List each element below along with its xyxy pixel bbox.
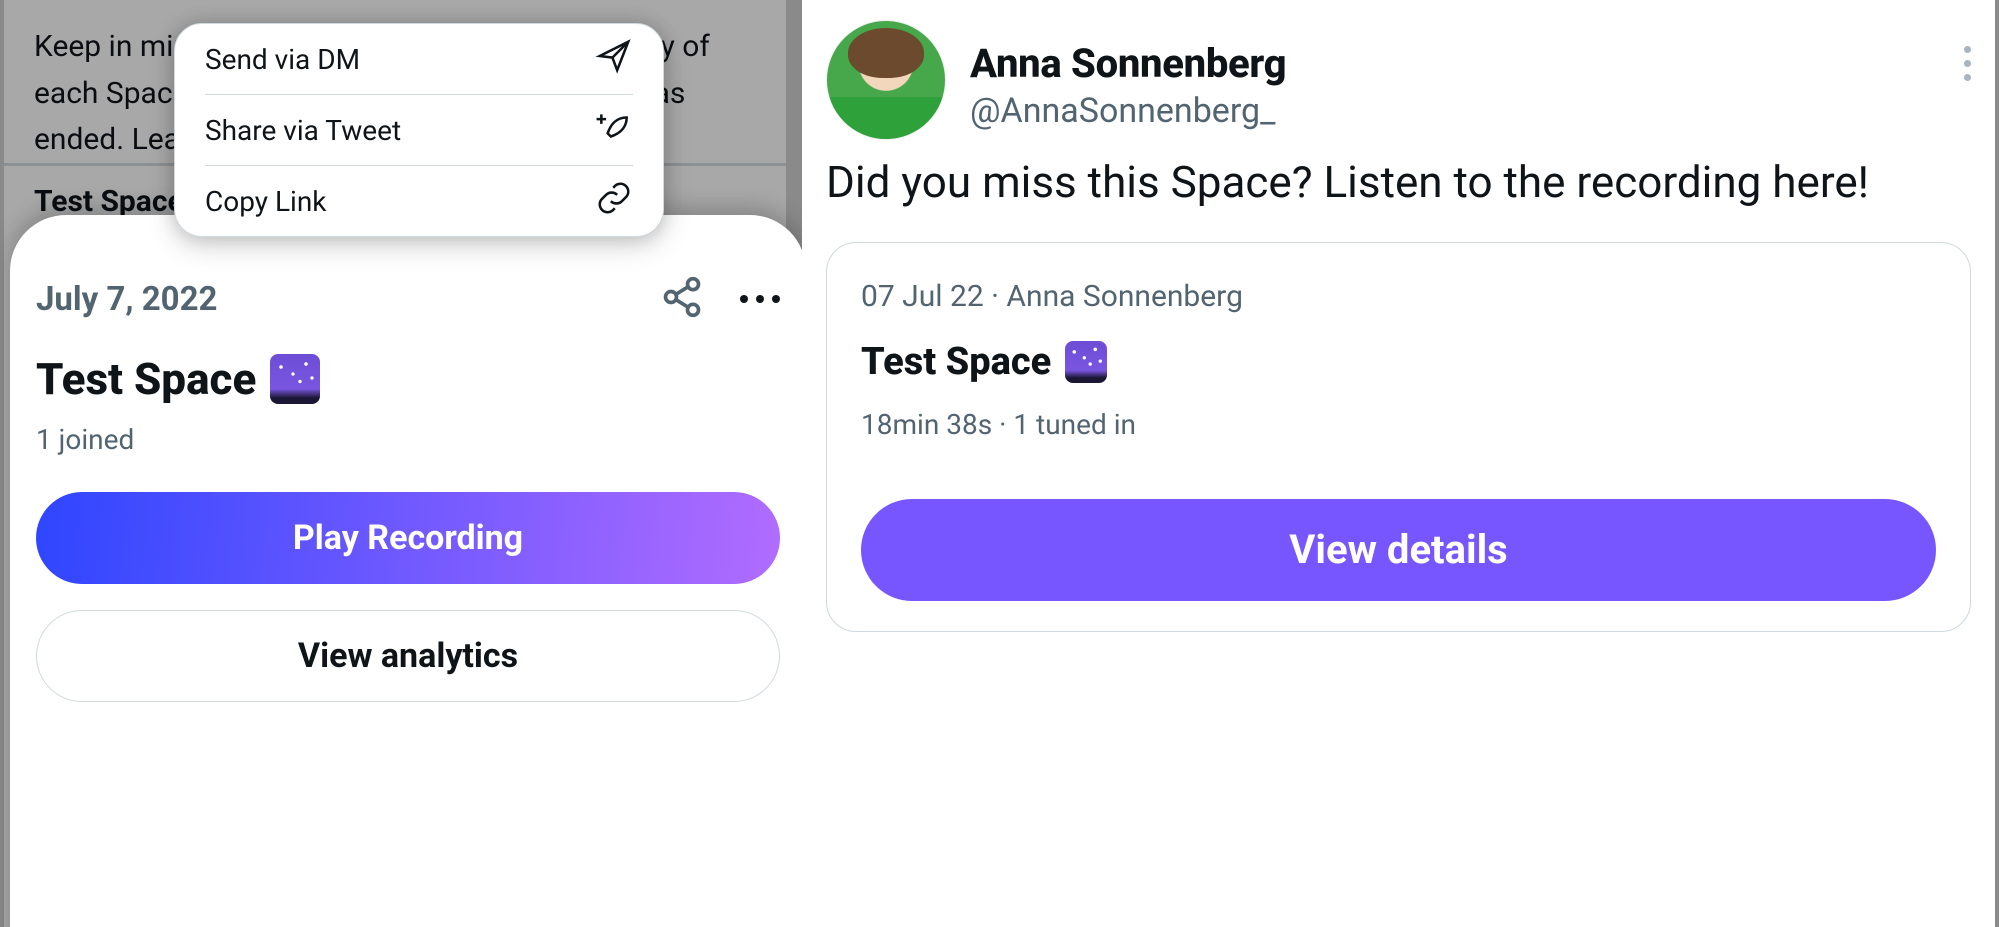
- joined-count: 1 joined: [36, 423, 780, 456]
- share-menu-item-dm[interactable]: Send via DM: [175, 24, 663, 94]
- milky-way-icon: [270, 354, 320, 404]
- right-panel: Anna Sonnenberg @AnnaSonnenberg_ Did you…: [802, 0, 1995, 927]
- share-popover: Send via DM Share via Tweet Copy Link: [174, 23, 664, 237]
- avatar[interactable]: [826, 20, 946, 140]
- user-handle[interactable]: @AnnaSonnenberg_: [970, 91, 1940, 131]
- space-detail-card: July 7, 2022 Test Space 1 joined Play Re…: [10, 215, 806, 927]
- compose-tweet-icon: [595, 108, 633, 153]
- space-title: Test Space: [36, 353, 780, 405]
- space-title-text: Test Space: [36, 353, 256, 405]
- space-quote-card[interactable]: 07 Jul 22 · Anna Sonnenberg Test Space 1…: [826, 242, 1971, 632]
- link-icon: [595, 179, 633, 224]
- view-details-button[interactable]: View details: [861, 499, 1936, 601]
- share-icon[interactable]: [660, 275, 704, 323]
- play-recording-button[interactable]: Play Recording: [36, 492, 780, 584]
- left-panel: Keep in mind you can still share a recor…: [4, 0, 786, 927]
- share-menu-item-tweet[interactable]: Share via Tweet: [175, 95, 663, 165]
- tweet-text: Did you miss this Space? Listen to the r…: [802, 140, 1995, 214]
- share-menu-item-copy[interactable]: Copy Link: [175, 166, 663, 236]
- display-name[interactable]: Anna Sonnenberg: [970, 40, 1940, 87]
- more-options-icon[interactable]: [740, 295, 780, 303]
- quote-meta: 07 Jul 22 · Anna Sonnenberg: [861, 279, 1936, 314]
- share-menu-label: Copy Link: [205, 185, 327, 218]
- share-menu-label: Share via Tweet: [205, 114, 401, 147]
- tweet-header: Anna Sonnenberg @AnnaSonnenberg_: [802, 0, 1995, 140]
- quote-subtitle: 18min 38s · 1 tuned in: [861, 408, 1936, 441]
- quote-title-text: Test Space: [861, 340, 1051, 384]
- space-date: July 7, 2022: [36, 280, 217, 319]
- quote-title: Test Space: [861, 340, 1936, 384]
- view-analytics-button[interactable]: View analytics: [36, 610, 780, 702]
- send-icon: [595, 37, 633, 82]
- tweet-more-icon[interactable]: [1964, 20, 1971, 81]
- milky-way-icon: [1065, 341, 1107, 383]
- share-menu-label: Send via DM: [205, 43, 360, 76]
